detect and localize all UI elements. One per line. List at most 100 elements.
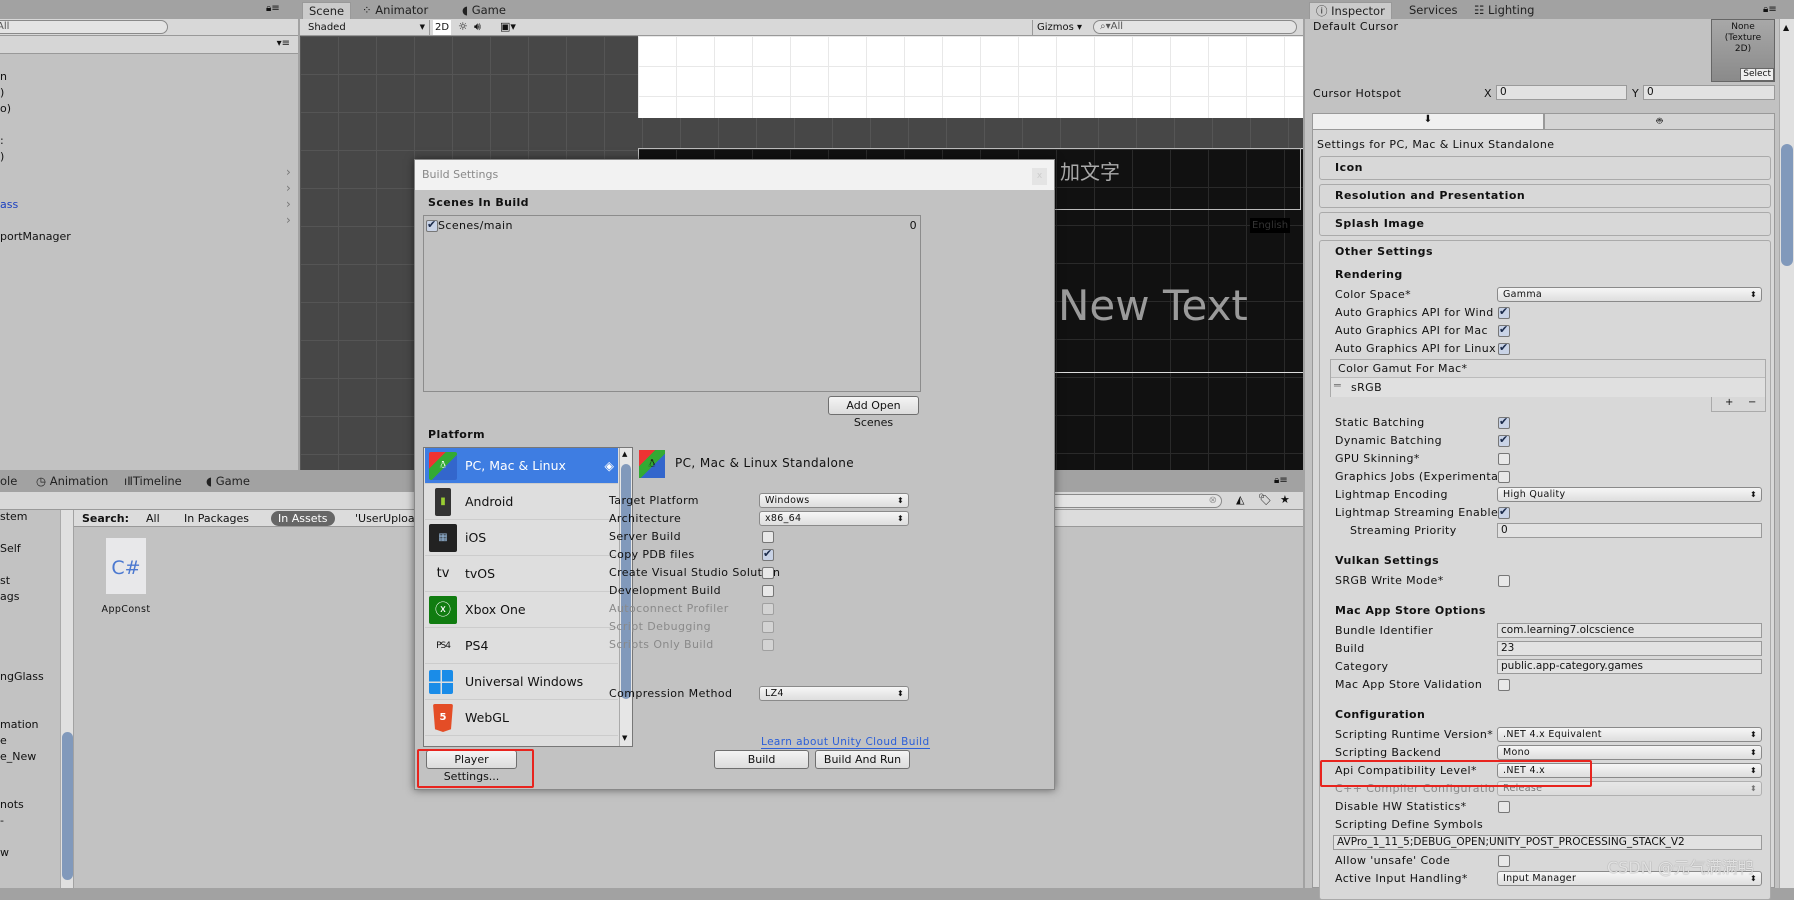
color-space-dropdown[interactable]: Gamma [1497,287,1762,302]
vs-solution-checkbox[interactable] [762,567,774,579]
inspector-scrollbar[interactable]: ▲ [1779,19,1794,888]
tab-inspector[interactable]: ⓘ Inspector [1309,2,1392,19]
lighting-toggle-icon[interactable]: ☼ [458,20,468,33]
section-resolution[interactable]: Resolution and Presentation [1319,184,1771,208]
tab-animation[interactable]: ◷ Animation [30,473,114,490]
filter-by-type-icon[interactable]: ◭ [1236,493,1244,506]
scroll-up-icon[interactable]: ▲ [1783,23,1789,32]
define-symbols-field[interactable]: AVPro_1_11_5;DEBUG_OPEN;UNITY_POST_PROCE… [1333,835,1762,850]
tab-timeline[interactable]: ıⅡTimeline [118,473,188,490]
effects-toggle-icon[interactable]: ▣▾ [500,20,516,33]
tree-item[interactable]: ags [0,590,19,603]
menu-icon[interactable]: ▾≡ [277,38,290,49]
tree-item[interactable]: ngGlass [0,670,44,683]
clear-search-icon[interactable]: ⊗ [1209,495,1217,507]
hotspot-x-field[interactable]: 0 [1496,85,1627,100]
hierarchy-search[interactable]: All [0,20,168,34]
chevron-right-icon[interactable]: › [286,165,291,179]
platform-tab-android[interactable]: 🤖︎ [1544,113,1775,130]
compression-dropdown[interactable]: LZ4 [759,686,909,701]
development-build-checkbox[interactable] [762,585,774,597]
gpu-skinning-checkbox[interactable] [1498,453,1510,465]
scope-in-packages[interactable]: In Packages [184,510,249,527]
lock-icon[interactable]: 🔒︎≡ [1274,475,1288,486]
platform-list-scrollbar[interactable]: ▲ ▼ [619,448,632,746]
static-batching-checkbox[interactable] [1498,415,1510,429]
hierarchy-item[interactable]: portManager [0,230,71,243]
chevron-right-icon[interactable]: › [286,197,291,211]
lock-icon[interactable]: 🔒︎≡ [266,3,280,14]
tab-services[interactable]: Services [1403,2,1464,19]
build-and-run-button[interactable]: Build And Run [815,750,910,769]
tab-scene[interactable]: Scene [302,2,352,19]
platform-ps4[interactable]: PS4 PS4 [425,628,618,664]
tab-game[interactable]: ◖ Game [456,2,512,19]
section-splash[interactable]: Splash Image [1319,212,1771,236]
add-button[interactable]: + [1725,397,1733,408]
hierarchy-item[interactable]: ) [0,150,4,163]
graphics-jobs-checkbox[interactable] [1498,471,1510,483]
architecture-dropdown[interactable]: x86_64 [759,511,909,526]
shading-mode-dropdown[interactable]: Shaded ▼ [304,20,430,35]
lightmap-encoding-dropdown[interactable]: High Quality [1497,487,1762,502]
store-validation-checkbox[interactable] [1498,679,1510,691]
streaming-priority-field[interactable]: 0 [1497,523,1762,538]
tree-item[interactable]: mation [0,718,39,731]
build-number-field[interactable]: 23 [1497,641,1762,656]
tree-item[interactable]: nots [0,798,24,811]
filter-by-label-icon[interactable]: 🏷︎ [1258,493,1272,506]
tree-item[interactable]: w [0,846,9,859]
cursor-texture-slot[interactable]: None (Texture 2D) Select [1711,19,1775,82]
favorite-star-icon[interactable]: ★ [1280,493,1290,506]
scrollbar-thumb[interactable] [62,732,73,880]
cloud-build-link[interactable]: Learn about Unity Cloud Build [761,736,930,749]
tree-item[interactable]: Self [0,542,21,555]
gizmos-dropdown[interactable]: Gizmos ▾ [1032,20,1086,35]
tree-item[interactable]: - [0,814,4,827]
platform-tvos[interactable]: tv tvOS [425,556,618,592]
drag-handle-icon[interactable]: ═ [1334,379,1341,392]
server-build-checkbox[interactable] [762,531,774,543]
copy-pdb-checkbox[interactable] [762,547,774,561]
scenes-list[interactable]: Scenes/main 0 [423,215,921,392]
bundle-id-field[interactable]: com.learning7.olcscience [1497,623,1762,638]
tab-lighting[interactable]: ☷ Lighting [1468,2,1540,19]
hierarchy-item[interactable]: ) [0,86,4,99]
platform-android[interactable]: ▮ Android [425,484,618,520]
category-field[interactable]: public.app-category.games [1497,659,1762,674]
unsafe-code-checkbox[interactable] [1498,855,1510,867]
lock-icon[interactable]: 🔒︎≡ [1763,4,1777,15]
tab-animator[interactable]: ⁘ Animator [356,2,434,19]
dialog-titlebar[interactable]: Build Settings x [415,160,1054,190]
hotspot-y-field[interactable]: 0 [1643,85,1775,100]
tree-item[interactable]: e_New [0,750,36,763]
audio-toggle-icon[interactable]: 🔊︎ [474,20,481,34]
auto-gfx-win-checkbox[interactable] [1498,305,1510,319]
chevron-right-icon[interactable]: › [286,181,291,195]
select-texture-button[interactable]: Select [1740,68,1774,81]
2d-toggle[interactable]: 2D [433,20,451,35]
hierarchy-item[interactable]: o) [0,102,11,115]
auto-gfx-linux-checkbox[interactable] [1498,341,1510,355]
scene-search[interactable]: ⌕▾All [1093,20,1297,34]
scripting-backend-dropdown[interactable]: Mono [1497,745,1762,760]
lightmap-streaming-checkbox[interactable] [1498,505,1510,519]
scope-user-upload[interactable]: 'UserUploa [355,510,415,527]
remove-button[interactable]: − [1748,397,1756,408]
scope-all[interactable]: All [146,510,160,527]
tab-game-bottom[interactable]: ◖ Game [200,473,256,490]
scrollbar-thumb[interactable] [1781,144,1793,266]
srgb-write-checkbox[interactable] [1498,575,1510,587]
hierarchy-item[interactable]: : [0,134,4,147]
close-button[interactable]: x [1032,168,1047,185]
platform-xbox[interactable]: ⓧ Xbox One [425,592,618,628]
scroll-down-icon[interactable]: ▼ [622,734,627,742]
build-button[interactable]: Build [714,750,809,769]
scope-in-assets[interactable]: In Assets [271,511,335,526]
add-open-scenes-button[interactable]: Add Open Scenes [828,396,919,429]
platform-standalone[interactable]: 🐧︎PC, Mac & Linux Standalone◈ [425,448,618,509]
tab-console[interactable]: ole [0,473,23,490]
asset-item[interactable]: C# AppConst [96,538,156,615]
runtime-version-dropdown[interactable]: .NET 4.x Equivalent [1497,727,1762,742]
scroll-up-icon[interactable]: ▲ [622,450,627,458]
